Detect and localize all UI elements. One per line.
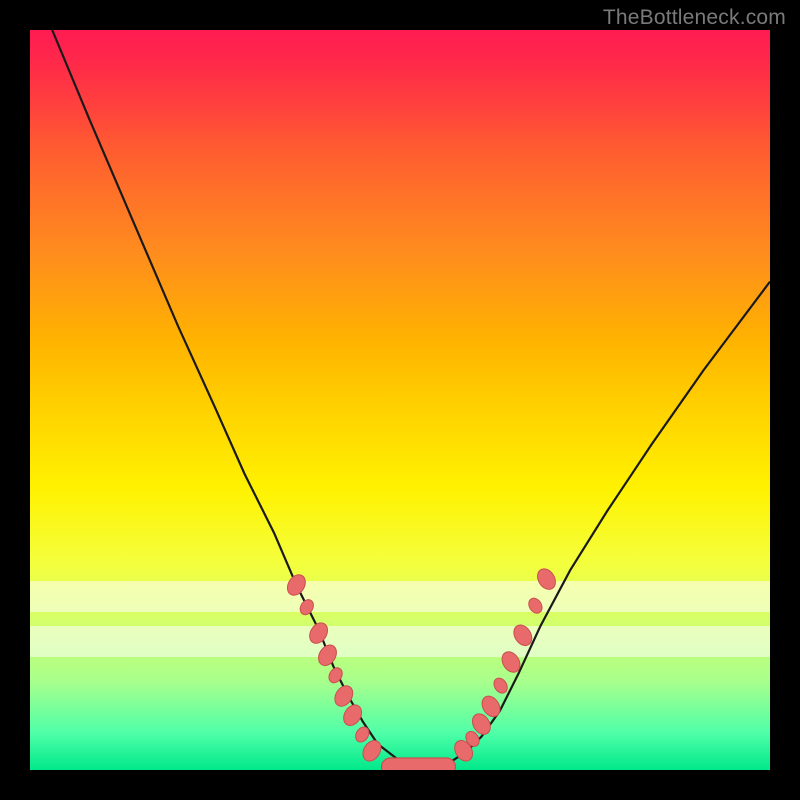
watermark-text: TheBottleneck.com [603,6,786,30]
pale-band-1 [30,581,770,612]
plot-area [30,30,770,770]
top-wash [30,30,770,140]
pale-band-2 [30,626,770,657]
chart-stage: TheBottleneck.com [0,0,800,800]
